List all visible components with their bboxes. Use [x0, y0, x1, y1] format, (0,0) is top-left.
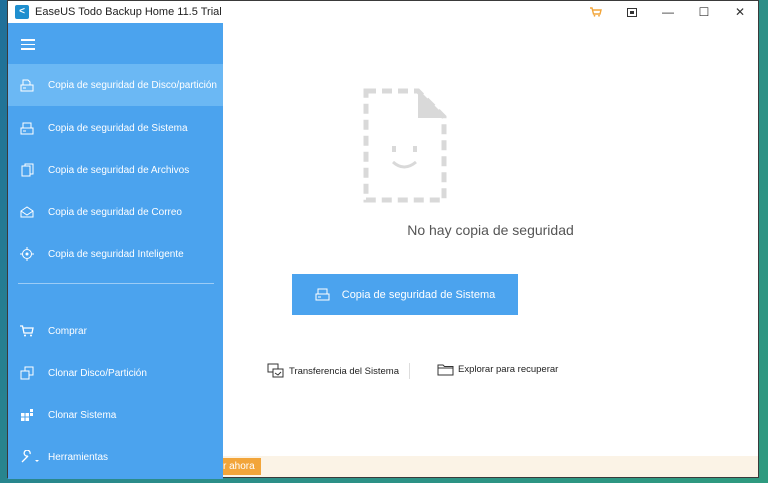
sidebar-item-label: Clonar Disco/Partición	[48, 367, 147, 379]
sidebar-item-label: Copia de seguridad Inteligente	[48, 248, 184, 260]
folder-icon	[437, 363, 454, 376]
sidebar: Copia de seguridad de Disco/partición Co…	[8, 23, 223, 479]
sidebar-item-label: Comprar	[48, 325, 87, 337]
titlebar-cart-icon[interactable]	[578, 1, 614, 23]
sidebar-item-label: Clonar Sistema	[48, 409, 117, 421]
sidebar-item-clone-disk[interactable]: Clonar Disco/Partición	[8, 352, 223, 394]
close-button[interactable]: ✕	[722, 1, 758, 23]
system-backup-icon	[315, 288, 330, 301]
smart-backup-icon	[20, 247, 34, 261]
system-backup-button-label: Copia de seguridad de Sistema	[341, 288, 496, 301]
trial-notice-bar: r ahora	[223, 456, 758, 477]
sidebar-item-clone-system[interactable]: Clonar Sistema	[8, 394, 223, 436]
system-backup-icon	[20, 121, 34, 135]
activate-now-button[interactable]: r ahora	[223, 458, 261, 475]
system-backup-button[interactable]: Copia de seguridad de Sistema	[292, 274, 518, 315]
wrench-icon	[20, 450, 40, 464]
empty-document-icon	[363, 88, 447, 208]
sidebar-divider	[18, 283, 214, 284]
sidebar-item-label: Herramientas	[48, 451, 109, 463]
system-transfer-label: Transferencia del Sistema	[289, 365, 400, 377]
titlebar-menu-icon[interactable]	[614, 1, 650, 23]
clone-icon	[20, 366, 34, 380]
browse-to-recover-link[interactable]: Explorar para recuperar	[437, 363, 558, 376]
mail-backup-icon	[20, 205, 34, 219]
browse-to-recover-label: Explorar para recuperar	[458, 364, 559, 375]
file-backup-icon	[20, 163, 34, 177]
sidebar-item-buy[interactable]: Comprar	[8, 310, 223, 352]
disk-backup-icon	[20, 78, 34, 92]
sidebar-item-file-backup[interactable]: Copia de seguridad de Archivos	[8, 149, 223, 191]
system-transfer-link[interactable]: Transferencia del Sistema	[267, 363, 399, 379]
app-logo-icon: <	[15, 5, 29, 19]
system-transfer-icon	[267, 363, 285, 379]
sidebar-item-label: Copia de seguridad de Archivos	[48, 164, 190, 176]
sidebar-item-system-backup[interactable]: Copia de seguridad de Sistema	[8, 107, 223, 149]
maximize-button[interactable]: ☐	[686, 1, 722, 23]
app-window: < EaseUS Todo Backup Home 11.5 Trial — ☐…	[7, 0, 759, 479]
sidebar-item-tools[interactable]: Herramientas	[8, 436, 223, 478]
title-bar[interactable]: < EaseUS Todo Backup Home 11.5 Trial — ☐…	[8, 1, 758, 24]
sidebar-item-label: Copia de seguridad de Disco/partición	[48, 79, 217, 91]
sidebar-item-mail-backup[interactable]: Copia de seguridad de Correo	[8, 191, 223, 233]
empty-state-message: No hay copia de seguridad	[407, 222, 574, 238]
window-title: EaseUS Todo Backup Home 11.5 Trial	[35, 6, 222, 18]
main-content: No hay copia de seguridad Copia de segur…	[223, 23, 758, 456]
link-divider	[409, 363, 410, 379]
sidebar-item-label: Copia de seguridad de Sistema	[48, 122, 188, 134]
sidebar-item-smart-backup[interactable]: Copia de seguridad Inteligente	[8, 233, 223, 275]
hamburger-menu-icon[interactable]	[21, 39, 35, 53]
sidebar-item-disk-backup[interactable]: Copia de seguridad de Disco/partición	[8, 64, 223, 106]
sidebar-item-label: Copia de seguridad de Correo	[48, 206, 182, 218]
minimize-button[interactable]: —	[650, 1, 686, 23]
clone-system-icon	[20, 408, 34, 422]
cart-icon	[20, 324, 34, 338]
